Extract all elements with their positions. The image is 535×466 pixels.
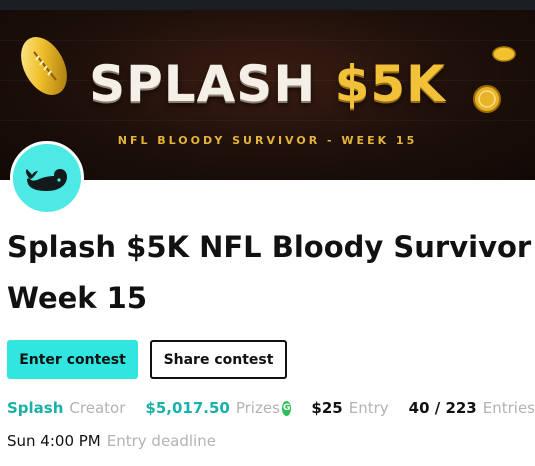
banner-title-amount: $5K (334, 55, 446, 113)
coin-icon (492, 46, 516, 62)
creator-label: Creator (69, 399, 126, 417)
share-contest-button[interactable]: Share contest (150, 340, 287, 379)
contest-stats: Splash Creator $5,017.50 Prizes G $25 En… (7, 397, 535, 419)
contest-banner: SPLASH $5K NFL BLOODY SURVIVOR - WEEK 15 (0, 10, 535, 180)
deadline-value: Sun 4:00 PM (7, 432, 101, 450)
prize-badge-icon: G (281, 400, 292, 416)
entries-count-label: Entries (482, 399, 535, 417)
whale-icon (25, 169, 67, 191)
creator-link[interactable]: Splash (7, 399, 63, 417)
entry-deadline: Sun 4:00 PM Entry deadline (7, 430, 216, 452)
creator-avatar[interactable] (10, 141, 84, 215)
enter-contest-button[interactable]: Enter contest (7, 340, 138, 379)
banner-title: SPLASH $5K (0, 54, 535, 114)
entry-fee-label: Entry (348, 399, 389, 417)
top-bar (0, 0, 535, 10)
coin-icon (473, 85, 501, 113)
deadline-label: Entry deadline (106, 432, 216, 450)
entry-fee-value: $25 (311, 399, 343, 417)
prizes-label: Prizes (235, 399, 280, 417)
banner-subtitle: NFL BLOODY SURVIVOR - WEEK 15 (117, 134, 418, 147)
contest-title: Splash $5K NFL Bloody Survivor Week 15 (7, 230, 532, 315)
banner-title-splash: SPLASH (89, 55, 335, 113)
entries-count-value: 40 / 223 (408, 399, 477, 417)
prizes-value: $5,017.50 (145, 399, 230, 417)
